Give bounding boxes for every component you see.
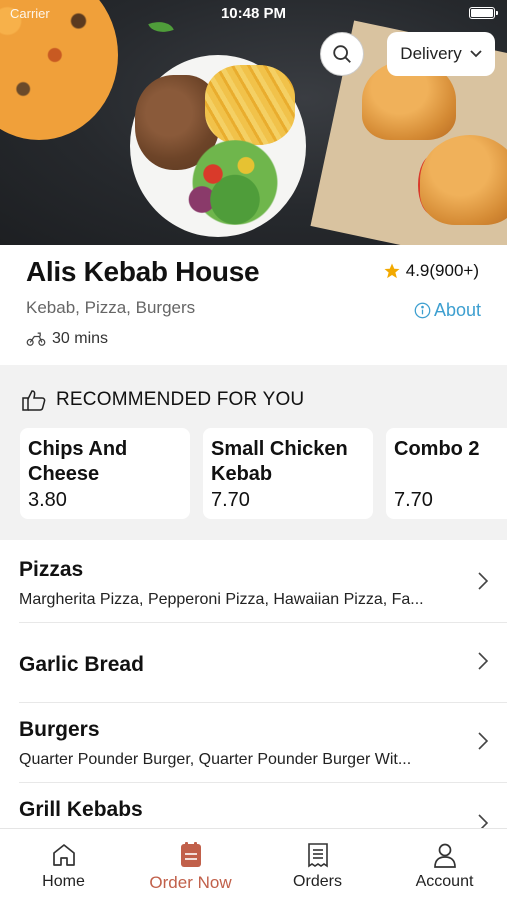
cuisine-list: Kebab, Pizza, Burgers [26, 298, 196, 317]
recommended-item-price: 3.80 [28, 489, 67, 511]
chevron-right-icon [478, 732, 489, 750]
recommended-item-price: 7.70 [394, 489, 433, 511]
rating: 4.9(900+) [383, 261, 479, 281]
chevron-right-icon [478, 814, 489, 828]
salad-image [180, 140, 290, 225]
tab-order-now[interactable]: Order Now [127, 829, 254, 900]
user-icon [433, 843, 456, 868]
recommended-card[interactable]: Chips And Cheese 3.80 [20, 428, 190, 519]
thumbs-up-icon [22, 390, 46, 411]
chevron-right-icon [478, 652, 489, 670]
burger-image-2 [420, 135, 507, 225]
recommended-item-name: Combo 2 [394, 438, 480, 460]
tab-orders[interactable]: Orders [254, 829, 381, 900]
home-icon [52, 844, 75, 866]
order-icon [180, 842, 201, 867]
recommended-card[interactable]: Combo 2 7.70 [386, 428, 507, 519]
status-bar: Carrier 10:48 PM [0, 0, 507, 28]
category-title: Garlic Bread [19, 653, 144, 676]
menu-categories: Pizzas Margherita Pizza, Pepperoni Pizza… [0, 543, 507, 828]
chevron-right-icon [478, 572, 489, 590]
delivery-mode-label: Delivery [400, 44, 462, 63]
tab-home[interactable]: Home [0, 829, 127, 900]
restaurant-name: Alis Kebab House [26, 256, 260, 287]
info-icon [414, 302, 431, 319]
category-row-pizzas[interactable]: Pizzas Margherita Pizza, Pepperoni Pizza… [0, 543, 507, 623]
restaurant-info: Alis Kebab House 4.9(900+) Kebab, Pizza,… [0, 245, 507, 365]
tab-label: Order Now [149, 873, 232, 892]
tab-label: Account [415, 873, 474, 890]
recommended-title: RECOMMENDED FOR YOU [56, 389, 305, 410]
category-title: Grill Kebabs [19, 798, 143, 821]
category-row-burgers[interactable]: Burgers Quarter Pounder Burger, Quarter … [0, 703, 507, 783]
search-button[interactable] [320, 32, 364, 76]
status-time: 10:48 PM [220, 5, 287, 22]
delivery-mode-dropdown[interactable]: Delivery [387, 32, 495, 76]
about-link[interactable]: About [414, 300, 481, 321]
battery-icon [469, 7, 498, 19]
eta-label: 30 mins [52, 330, 109, 347]
tab-label: Home [42, 873, 85, 890]
fries-image [205, 65, 295, 145]
category-row-garlic-bread[interactable]: Garlic Bread [0, 623, 507, 703]
recommended-section: RECOMMENDED FOR YOU Chips And Cheese 3.8… [0, 365, 507, 540]
recommended-card[interactable]: Small Chicken Kebab 7.70 [203, 428, 373, 519]
recommended-item-name: Chips And Cheese [28, 438, 128, 485]
recommended-header: RECOMMENDED FOR YOU [22, 389, 304, 411]
recommended-item-name: Small Chicken Kebab [211, 438, 348, 485]
scooter-icon [26, 332, 46, 346]
tab-label: Orders [293, 873, 342, 890]
category-row-grill-kebabs[interactable]: Grill Kebabs [0, 783, 507, 828]
star-icon [384, 263, 400, 279]
category-title: Pizzas [19, 558, 84, 581]
search-icon [333, 45, 351, 63]
delivery-eta: 30 mins [26, 330, 108, 348]
category-description: Quarter Pounder Burger, Quarter Pounder … [19, 751, 412, 768]
tab-bar: Home Order Now Orders Account [0, 828, 507, 900]
hero-banner: Carrier 10:48 PM Delivery [0, 0, 507, 245]
category-title: Burgers [19, 718, 100, 741]
receipt-icon [307, 843, 328, 868]
recommended-item-price: 7.70 [211, 489, 250, 511]
tab-account[interactable]: Account [381, 829, 507, 900]
chevron-down-icon [470, 50, 482, 58]
category-description: Margherita Pizza, Pepperoni Pizza, Hawai… [19, 591, 424, 608]
rating-value: 4.9(900+) [405, 261, 479, 280]
about-label: About [433, 300, 481, 320]
